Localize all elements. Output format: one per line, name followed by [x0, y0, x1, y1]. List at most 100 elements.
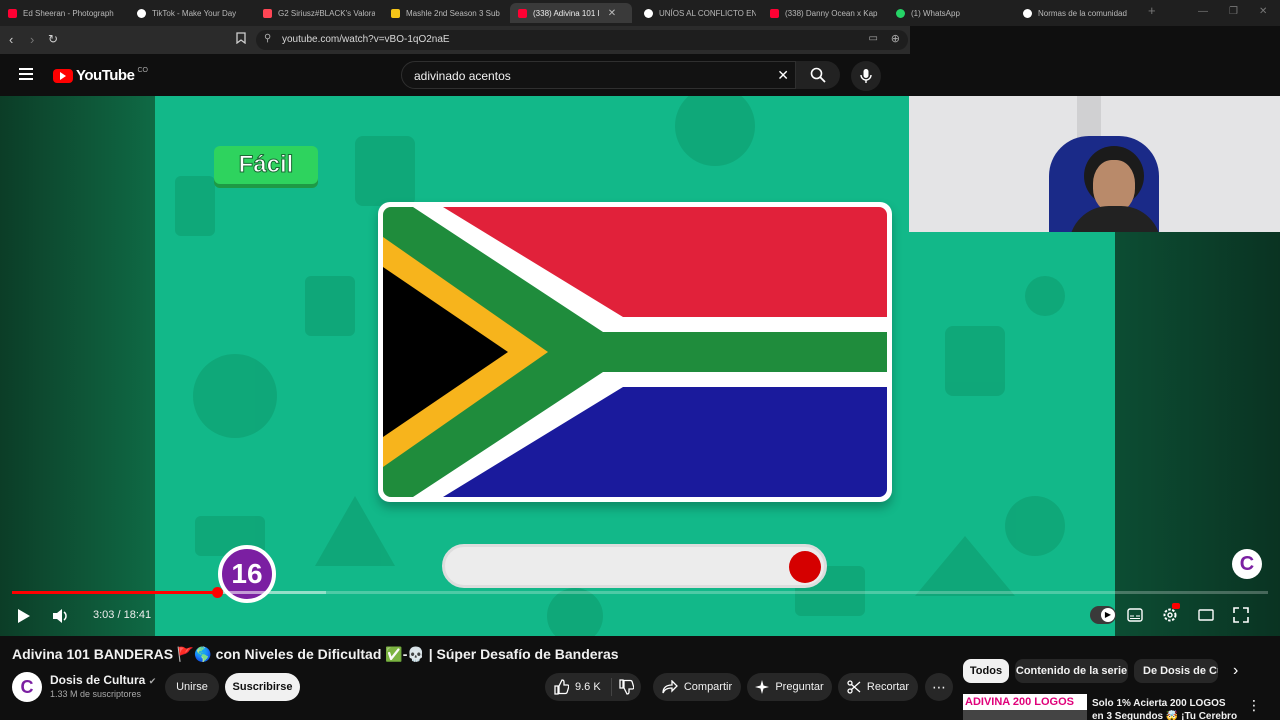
- play-button[interactable]: [17, 608, 31, 629]
- like-count: 9.6 K: [575, 681, 601, 693]
- progress-scrubber[interactable]: [211, 587, 223, 598]
- countdown-marker: [789, 551, 821, 583]
- cast-icon[interactable]: ▭: [869, 33, 878, 44]
- video-ambient-left: [0, 96, 155, 636]
- time-separator: /: [114, 609, 124, 621]
- subtitles-button[interactable]: [1127, 608, 1143, 627]
- forward-icon[interactable]: ›: [30, 32, 34, 47]
- difficulty-badge: Fácil: [214, 146, 318, 184]
- browser-tab-bar: Ed Sheeran - Photograph TikTok - Make Yo…: [0, 0, 1280, 26]
- browser-toolbar: ‹ › ↻ ⚲ youtube.com/watch?v=vBO-1qO2naE …: [0, 26, 910, 54]
- browser-tab-active[interactable]: (338) Adivina 101 I ✕: [510, 3, 632, 23]
- ask-label: Preguntar: [775, 681, 824, 693]
- channel-name[interactable]: Dosis de Cultura ✔: [50, 673, 156, 687]
- tab-title: Mashle 2nd Season 3 Sub: [406, 8, 500, 18]
- flag-card: [378, 202, 892, 502]
- volume-button[interactable]: [52, 608, 70, 629]
- progress-buffer: [216, 591, 326, 594]
- tracker-icon: [263, 8, 272, 18]
- like-button[interactable]: 9.6 K: [553, 679, 601, 695]
- dislike-button[interactable]: [618, 679, 635, 698]
- menu-icon[interactable]: [19, 68, 33, 80]
- browser-tab[interactable]: (1) WhatsApp: [896, 3, 1008, 23]
- autoplay-icon: ▶: [1101, 608, 1115, 622]
- more-vert-icon[interactable]: ⋮: [1247, 697, 1261, 714]
- thumbnail-text: ADIVINA 200 LOGOS: [965, 696, 1075, 708]
- recommendation-title[interactable]: Solo 1% Acierta 200 LOGOS en 3 Segundos …: [1092, 697, 1238, 720]
- address-bar[interactable]: ⚲ youtube.com/watch?v=vBO-1qO2naE ▭ ⊕: [256, 30, 908, 50]
- webcam-overlay: [909, 96, 1280, 232]
- volume-icon: [53, 609, 67, 623]
- subscribe-button[interactable]: Suscribirse: [225, 673, 300, 701]
- tab-title: UNÍOS AL CONFLICTO EN: [659, 8, 756, 18]
- clip-button[interactable]: Recortar: [838, 673, 918, 701]
- thumbs-down-icon: [619, 679, 635, 695]
- site-info-icon[interactable]: ⚲: [264, 33, 271, 44]
- subtitles-icon: [1127, 608, 1143, 622]
- anime-icon: [391, 8, 400, 18]
- ask-button[interactable]: Preguntar: [747, 673, 832, 701]
- channel-watermark[interactable]: C: [1232, 549, 1262, 579]
- youtube-logo-icon: [53, 68, 73, 83]
- tab-title: Normas de la comunidad: [1038, 8, 1127, 18]
- share-button[interactable]: Compartir: [653, 673, 741, 701]
- south-africa-flag-image: [383, 207, 887, 497]
- recommendation-thumbnail[interactable]: ADIVINA 200 LOGOS: [963, 694, 1087, 720]
- autoplay-toggle[interactable]: ▶: [1090, 606, 1116, 624]
- progress-bar[interactable]: [12, 587, 1268, 598]
- chip-all[interactable]: Todos: [963, 659, 1009, 683]
- tab-title: (338) Danny Ocean x Kap: [785, 8, 878, 18]
- sparkle-icon: [755, 680, 770, 694]
- settings-button[interactable]: [1162, 603, 1180, 628]
- clear-search-icon[interactable]: ✕: [777, 67, 789, 84]
- browser-tab[interactable]: G2 Siriusz#BLACK's Valora: [263, 3, 375, 23]
- share-label: Compartir: [683, 681, 733, 693]
- video-player[interactable]: Fácil 16 C 3:03 / 18:41 ▶: [0, 96, 1280, 636]
- gear-icon: [1163, 608, 1177, 622]
- channel-name-text: Dosis de Cultura: [50, 673, 146, 687]
- chip-series[interactable]: Contenido de la serie: [1015, 659, 1128, 683]
- divider: [611, 678, 612, 696]
- share-icon: [662, 680, 678, 694]
- voice-search-button[interactable]: [851, 61, 881, 91]
- browser-tab[interactable]: Mashle 2nd Season 3 Sub: [391, 3, 503, 23]
- tab-title: TikTok - Make Your Day: [152, 8, 237, 18]
- youtube-logo[interactable]: YouTube CO: [53, 67, 148, 84]
- bookmark-icon[interactable]: [236, 32, 246, 47]
- youtube-icon: [8, 8, 17, 18]
- thumbs-up-icon: [554, 679, 569, 695]
- browser-tab[interactable]: TikTok - Make Your Day: [137, 3, 249, 23]
- minimize-icon[interactable]: —: [1198, 6, 1208, 17]
- tab-title: (1) WhatsApp: [911, 8, 960, 18]
- close-window-icon[interactable]: ✕: [1259, 6, 1267, 17]
- zoom-icon[interactable]: ⊕: [891, 32, 900, 45]
- tab-title: Ed Sheeran - Photograph: [23, 8, 114, 18]
- browser-tab[interactable]: Ed Sheeran - Photograph: [8, 3, 120, 23]
- search-button[interactable]: [796, 61, 840, 89]
- channel-avatar[interactable]: C: [12, 672, 42, 702]
- maximize-icon[interactable]: ❐: [1229, 6, 1238, 17]
- current-time: 3:03: [93, 609, 115, 621]
- thumbnail-logos-strip: [963, 710, 1087, 720]
- reload-icon[interactable]: ↻: [48, 32, 58, 46]
- back-icon[interactable]: ‹: [9, 32, 13, 47]
- join-button[interactable]: Unirse: [165, 673, 219, 701]
- chip-from-channel[interactable]: De Dosis de Cu: [1134, 659, 1218, 683]
- scissors-icon: [847, 680, 861, 694]
- countdown-bar: [442, 544, 827, 588]
- whatsapp-icon: [896, 8, 905, 18]
- theater-mode-button[interactable]: [1198, 608, 1214, 627]
- browser-tab[interactable]: (338) Danny Ocean x Kap: [770, 3, 882, 23]
- search-box[interactable]: adivinado acentos ✕: [401, 61, 796, 89]
- fullscreen-button[interactable]: [1233, 607, 1249, 628]
- close-tab-icon[interactable]: ✕: [608, 8, 616, 19]
- more-actions-button[interactable]: ⋯: [925, 673, 953, 701]
- tiktok-icon: [137, 8, 146, 18]
- browser-tab[interactable]: UNÍOS AL CONFLICTO EN: [644, 3, 756, 23]
- search-input[interactable]: adivinado acentos: [414, 69, 511, 83]
- youtube-logo-text: YouTube: [76, 67, 135, 84]
- new-tab-icon[interactable]: +: [1148, 3, 1156, 18]
- microphone-icon: [860, 69, 872, 83]
- chevron-right-icon[interactable]: ›: [1233, 662, 1238, 680]
- browser-tab[interactable]: Normas de la comunidad: [1023, 3, 1135, 23]
